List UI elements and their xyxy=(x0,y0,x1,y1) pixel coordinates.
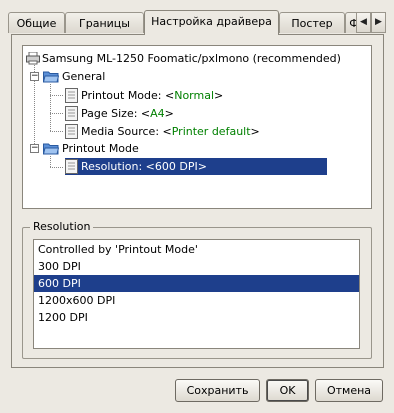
option-value: Normal xyxy=(174,89,215,102)
option-value: A4 xyxy=(150,107,165,120)
collapse-general-toggle[interactable]: − xyxy=(30,72,39,81)
tab-scroll-right-button[interactable]: ▶ xyxy=(371,12,386,33)
folder-open-icon xyxy=(43,143,59,155)
document-icon xyxy=(65,159,78,174)
document-icon xyxy=(65,88,78,103)
tab-borders[interactable]: Границы xyxy=(65,12,144,33)
tree-line xyxy=(50,84,51,131)
tab-label: Настройка драйвера xyxy=(151,15,272,28)
tab-driver-settings[interactable]: Настройка драйвера xyxy=(144,10,279,35)
list-item[interactable]: 1200 DPI xyxy=(34,309,359,326)
tab-poster[interactable]: Постер xyxy=(279,12,345,33)
tab-bar: Общие Границы Настройка драйвера Постер … xyxy=(8,10,388,35)
resolution-listbox[interactable]: Controlled by 'Printout Mode' 300 DPI 60… xyxy=(33,239,360,349)
resolution-group-label: Resolution xyxy=(30,220,94,233)
option-label: Media Source: < xyxy=(81,125,172,138)
tab-label: Общие xyxy=(16,17,57,30)
button-label: OK xyxy=(279,384,296,397)
button-label: Сохранить xyxy=(186,384,249,397)
tree-line xyxy=(50,167,63,168)
option-bracket: > xyxy=(250,125,260,138)
option-label: Resolution: <600 DPI> xyxy=(81,160,207,173)
group-label: General xyxy=(62,70,106,83)
arrow-right-icon: ▶ xyxy=(375,17,382,27)
tree-item-resolution[interactable]: Resolution: <600 DPI> xyxy=(65,158,327,175)
tree-line xyxy=(50,156,51,167)
ok-button[interactable]: OK xyxy=(266,379,309,402)
document-icon xyxy=(65,124,78,139)
list-item[interactable]: 1200x600 DPI xyxy=(34,292,359,309)
tab-general[interactable]: Общие xyxy=(8,12,65,33)
button-label: Отмена xyxy=(326,384,372,397)
option-bracket: > xyxy=(214,89,224,102)
cancel-button[interactable]: Отмена xyxy=(315,379,383,402)
save-button[interactable]: Сохранить xyxy=(175,379,260,402)
collapse-printout-mode-toggle[interactable]: − xyxy=(30,144,39,153)
tab-label: Постер xyxy=(291,17,333,30)
tab-label: Границы xyxy=(79,17,130,30)
list-item-selected[interactable]: 600 DPI xyxy=(34,275,359,292)
tab-scroll-left-button[interactable]: ◀ xyxy=(356,12,371,33)
group-label: Printout Mode xyxy=(62,142,139,155)
option-value: Printer default xyxy=(171,125,251,138)
tree-line xyxy=(50,95,63,96)
document-icon xyxy=(65,106,78,121)
driver-options-tree[interactable]: Samsung ML-1250 Foomatic/pxlmono (recomm… xyxy=(22,45,372,209)
printer-name: Samsung ML-1250 Foomatic/pxlmono (recomm… xyxy=(42,52,341,65)
tree-line xyxy=(50,113,63,114)
option-label: Page Size: < xyxy=(81,107,151,120)
arrow-left-icon: ◀ xyxy=(360,17,367,27)
printer-icon xyxy=(26,52,40,65)
folder-open-icon xyxy=(43,71,59,83)
option-label: Printout Mode: < xyxy=(81,89,175,102)
list-item[interactable]: 300 DPI xyxy=(34,258,359,275)
option-bracket: > xyxy=(164,107,174,120)
list-item[interactable]: Controlled by 'Printout Mode' xyxy=(34,241,359,258)
tree-line xyxy=(50,131,63,132)
